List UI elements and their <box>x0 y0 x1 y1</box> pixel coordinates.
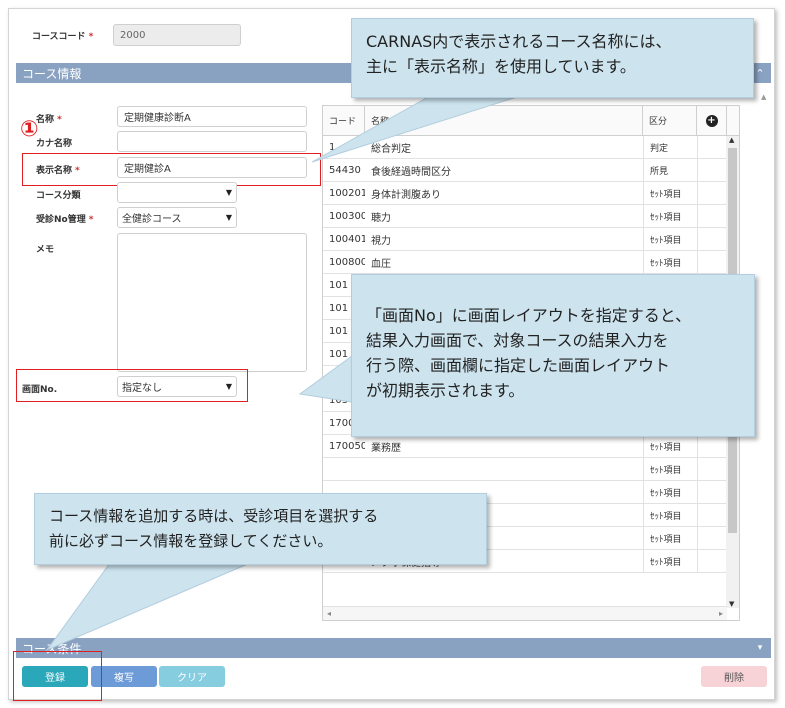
callout-line: 結果入力画面で、対象コースの結果入力を <box>366 331 669 350</box>
callout-screen-no: 「画面No」に画面レイアウトを指定すると、 結果入力画面で、対象コースの結果入力… <box>351 274 755 437</box>
callout-line: コース情報を追加する時は、受診項目を選択する <box>49 507 379 525</box>
row-code: 1 <box>329 141 336 153</box>
section-course-conditions[interactable]: コース条件 <box>16 638 771 658</box>
row-category: ｾｯﾄ項目 <box>643 458 697 480</box>
callout-line: 主に「表示名称」を使用しています。 <box>366 57 636 76</box>
row-category: 判定 <box>643 136 697 158</box>
row-name: 血圧 <box>371 258 391 270</box>
row-action <box>697 159 727 181</box>
dropdown-arrow-icon: ▼ <box>225 188 232 197</box>
name-label: 名称 * <box>36 115 62 125</box>
row-name: 食後経過時間区分 <box>371 166 451 178</box>
row-code: 100300 <box>329 210 365 222</box>
kana-field[interactable] <box>117 131 307 152</box>
table-row[interactable]: 100401 視力 ｾｯﾄ項目 <box>323 228 727 251</box>
table-row[interactable]: ｾｯﾄ項目 <box>323 458 727 481</box>
memo-textarea[interactable] <box>117 233 307 372</box>
register-highlight <box>13 651 102 701</box>
column-header-name[interactable]: 名称 <box>365 106 643 136</box>
table-row[interactable]: 1 総合判定 判定 <box>323 136 727 159</box>
row-code: 100201 <box>329 187 365 199</box>
row-action <box>697 228 727 250</box>
course-code-field: 2000 <box>113 24 241 46</box>
dropdown-arrow-icon: ▼ <box>225 213 232 222</box>
row-action <box>697 251 727 273</box>
row-code: 100401 <box>329 233 365 245</box>
table-row[interactable]: 54430 食後経過時間区分 所見 <box>323 159 727 182</box>
row-category: ｾｯﾄ項目 <box>643 504 697 526</box>
callout-line: 「画面No」に画面レイアウトを指定すると、 <box>366 306 692 325</box>
row-action <box>697 136 727 158</box>
row-action <box>697 435 727 457</box>
row-category: ｾｯﾄ項目 <box>643 435 697 457</box>
row-action <box>697 527 727 549</box>
column-header-code[interactable]: コード <box>323 106 365 136</box>
callout-display-name: CARNAS内で表示されるコース名称には、 主に「表示名称」を使用しています。 <box>351 18 754 98</box>
row-name: 聴力 <box>371 212 391 224</box>
row-category: ｾｯﾄ項目 <box>643 251 697 273</box>
row-category: ｾｯﾄ項目 <box>643 182 697 204</box>
row-name: 視力 <box>371 235 391 247</box>
display-name-label: 表示名称 * <box>36 166 80 176</box>
row-name: 総合判定 <box>371 143 411 155</box>
dropdown-arrow-icon: ▼ <box>225 382 232 391</box>
row-category: 所見 <box>643 159 697 181</box>
scroll-right-icon[interactable]: ▸ <box>719 609 723 618</box>
course-code-label: コースコード * <box>32 32 94 42</box>
callout-line: が初期表示されます。 <box>366 381 525 400</box>
delete-button[interactable]: 削除 <box>701 666 767 687</box>
callout-register-first: コース情報を追加する時は、受診項目を選択する 前に必ずコース情報を登録してくださ… <box>34 493 487 565</box>
row-code <box>323 458 365 480</box>
column-header-category[interactable]: 区分 <box>643 106 697 136</box>
scroll-down-icon[interactable]: ▼ <box>729 600 734 608</box>
name-field[interactable]: 定期健康診断A <box>117 106 307 127</box>
panel-scroll-up-icon[interactable]: ▲ <box>761 93 766 101</box>
exam-no-select[interactable]: 全健診コース ▼ <box>117 207 237 228</box>
callout-line: CARNAS内で表示されるコース名称には、 <box>366 32 672 51</box>
display-name-field[interactable]: 定期健診A <box>117 157 307 178</box>
row-code: 54430 <box>329 164 361 176</box>
table-row[interactable]: 170050 業務歴 ｾｯﾄ項目 <box>323 435 727 458</box>
horizontal-scrollbar[interactable]: ◂ ▸ <box>323 606 727 620</box>
row-name: 身体計測腹あり <box>371 189 441 201</box>
clear-button[interactable]: クリア <box>159 666 225 687</box>
category-label: コース分類 <box>36 191 81 201</box>
row-action <box>697 458 727 480</box>
row-action <box>697 550 727 572</box>
row-action <box>697 504 727 526</box>
category-select[interactable]: ▼ <box>117 182 237 203</box>
memo-label: メモ <box>36 245 55 255</box>
screen-no-select[interactable]: 指定なし ▼ <box>117 376 237 397</box>
screen-no-label: 画面No. <box>22 385 58 395</box>
table-row[interactable]: 100300 聴力 ｾｯﾄ項目 <box>323 205 727 228</box>
plus-circle-icon: + <box>705 114 718 127</box>
row-code: 170050 <box>329 440 365 452</box>
exam-no-label: 受診No管理 * <box>36 215 94 225</box>
row-action <box>697 182 727 204</box>
scroll-up-icon[interactable]: ▲ <box>729 136 734 144</box>
scroll-left-icon[interactable]: ◂ <box>327 609 331 618</box>
row-action <box>697 205 727 227</box>
add-item-button[interactable]: + <box>697 106 727 136</box>
kana-label: カナ名称 <box>36 139 73 149</box>
row-code: 100800 <box>329 256 365 268</box>
row-category: ｾｯﾄ項目 <box>643 205 697 227</box>
callout-line: 前に必ずコース情報を登録してください。 <box>49 532 333 550</box>
header-spacer <box>727 106 739 136</box>
row-action <box>697 481 727 503</box>
table-row[interactable]: 100201 身体計測腹あり ｾｯﾄ項目 <box>323 182 727 205</box>
row-category: ｾｯﾄ項目 <box>643 527 697 549</box>
table-row[interactable]: 100800 血圧 ｾｯﾄ項目 <box>323 251 727 274</box>
row-category: ｾｯﾄ項目 <box>643 550 697 572</box>
row-category: ｾｯﾄ項目 <box>643 481 697 503</box>
callout-line: 行う際、画面欄に指定した画面レイアウト <box>366 356 671 375</box>
chevron-down-icon[interactable]: ▾ <box>751 639 769 657</box>
row-name <box>365 458 643 480</box>
row-name: 業務歴 <box>371 442 401 454</box>
row-category: ｾｯﾄ項目 <box>643 228 697 250</box>
